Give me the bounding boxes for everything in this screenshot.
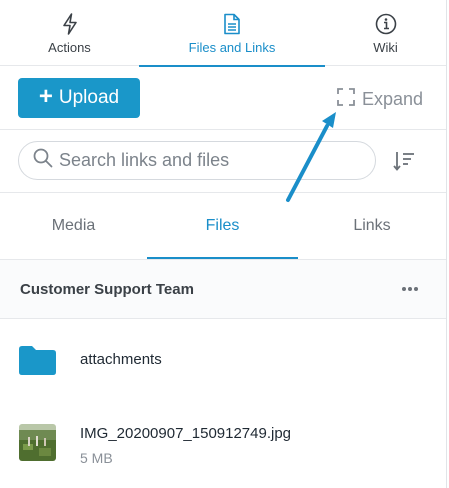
plus-icon: + <box>38 83 53 110</box>
list-item-file[interactable]: IMG_20200907_150912749.jpg 5 MB <box>0 410 446 480</box>
section-title: Customer Support Team <box>20 280 194 298</box>
expand-button[interactable]: Expand <box>336 86 423 112</box>
files-and-links-panel: Actions Files and Links Wiki + Upload Ex… <box>0 0 446 488</box>
more-options-button[interactable] <box>400 282 420 296</box>
image-thumbnail[interactable] <box>19 424 56 461</box>
file-size: 5 MB <box>80 450 113 466</box>
lightning-icon <box>62 12 78 36</box>
panel-border <box>446 0 447 488</box>
search-input[interactable] <box>59 150 359 171</box>
divider <box>0 129 446 130</box>
tab-files-and-links[interactable]: Files and Links <box>139 0 325 67</box>
top-tab-bar: Actions Files and Links Wiki <box>0 0 446 67</box>
document-icon <box>223 12 241 36</box>
section-header: Customer Support Team <box>0 260 446 318</box>
search-icon <box>33 148 53 173</box>
tab-wiki[interactable]: Wiki <box>325 0 446 66</box>
expand-icon <box>336 87 362 112</box>
tab-wiki-label: Wiki <box>373 40 398 55</box>
expand-button-label: Expand <box>362 88 424 109</box>
folder-icon <box>19 346 56 380</box>
tab-actions-label: Actions <box>48 40 91 55</box>
tab-files[interactable]: Files <box>147 193 298 259</box>
divider <box>0 318 446 319</box>
search-box[interactable] <box>18 141 376 180</box>
info-icon <box>375 12 397 36</box>
upload-button-label: Upload <box>58 87 120 108</box>
folder-name: attachments <box>80 351 162 368</box>
list-item-folder[interactable]: attachments <box>0 330 446 390</box>
more-horizontal-icon <box>400 283 420 300</box>
tab-media[interactable]: Media <box>0 193 147 259</box>
tab-links[interactable]: Links <box>298 193 446 259</box>
file-name: IMG_20200907_150912749.jpg <box>80 425 292 442</box>
sub-tab-bar: Media Files Links <box>0 193 446 259</box>
sort-button[interactable] <box>392 149 418 173</box>
upload-button[interactable]: + Upload <box>18 78 140 118</box>
sort-icon <box>392 152 418 177</box>
tab-actions[interactable]: Actions <box>0 0 139 66</box>
tab-files-and-links-label: Files and Links <box>188 40 276 55</box>
